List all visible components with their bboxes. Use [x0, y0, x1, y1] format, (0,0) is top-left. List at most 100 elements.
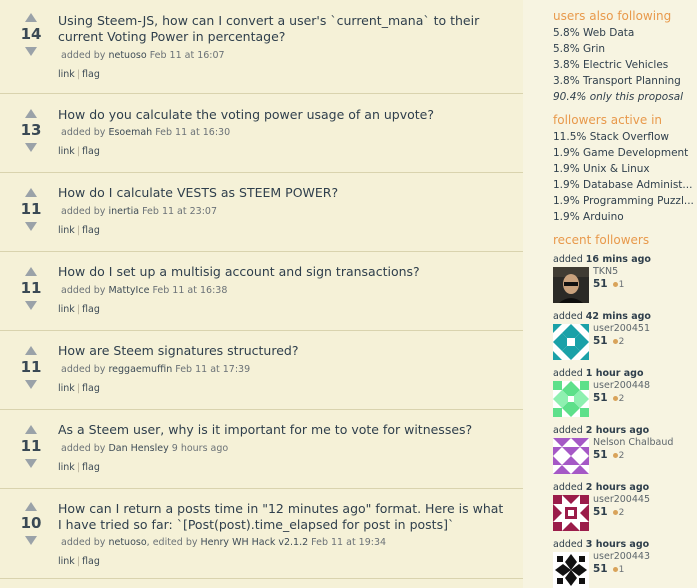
follower-name[interactable]: user200445 — [593, 494, 650, 505]
follower-avatar[interactable] — [553, 552, 589, 588]
author-link[interactable]: reggaemuffin — [108, 364, 172, 375]
only-this-proposal-note: 90.4% only this proposal — [553, 91, 684, 103]
meta-prefix: added by — [61, 285, 106, 296]
question-list: 14 Using Steem-JS, how can I convert a u… — [0, 0, 523, 588]
link-action[interactable]: link — [58, 69, 75, 80]
author-link[interactable]: Esoemah — [108, 127, 152, 138]
active-in-item[interactable]: 1.9% Unix & Linux — [553, 163, 650, 175]
added-time: 16 mins ago — [585, 254, 651, 265]
separator: | — [76, 225, 81, 236]
follower-name[interactable]: user200451 — [593, 323, 650, 334]
added-time: 2 hours ago — [585, 482, 650, 493]
follower-avatar[interactable] — [553, 438, 589, 474]
active-in-item[interactable]: 1.9% Programming Puzzl... — [553, 195, 694, 207]
downvote-arrow-icon[interactable] — [25, 459, 37, 468]
separator: | — [76, 556, 81, 567]
vote-cell: 14 — [18, 13, 44, 56]
link-action[interactable]: link — [58, 146, 75, 157]
author-link[interactable]: MattyIce — [108, 285, 149, 296]
reputation-value: 51 — [593, 449, 608, 461]
reputation-value: 51 — [593, 563, 608, 575]
question-meta: added by MattyIce Feb 11 at 16:38 — [61, 285, 227, 296]
upvote-arrow-icon[interactable] — [25, 346, 37, 355]
question-title[interactable]: As a Steem user, why is it important for… — [58, 422, 508, 438]
reputation-value: 51 — [593, 506, 608, 518]
flag-action[interactable]: flag — [82, 304, 100, 315]
question-item: 14 Using Steem-JS, how can I convert a u… — [0, 0, 523, 94]
bronze-badge-icon — [612, 281, 618, 287]
meta-prefix: added by — [61, 127, 106, 138]
question-title[interactable]: How do I calculate VESTS as STEEM POWER? — [58, 185, 508, 201]
upvote-arrow-icon[interactable] — [25, 267, 37, 276]
question-title[interactable]: How are Steem signatures structured? — [58, 343, 508, 359]
upvote-arrow-icon[interactable] — [25, 502, 37, 511]
author-link[interactable]: netuoso — [108, 537, 146, 548]
vote-cell: 11 — [18, 188, 44, 231]
downvote-arrow-icon[interactable] — [25, 222, 37, 231]
vote-cell: 10 — [18, 502, 44, 545]
vote-count: 10 — [20, 514, 42, 532]
follower-name[interactable]: TKN5 — [593, 266, 618, 277]
author-link[interactable]: inertia — [108, 206, 139, 217]
also-following-item[interactable]: 5.8% Web Data — [553, 27, 634, 39]
link-action[interactable]: link — [58, 304, 75, 315]
editor-link[interactable]: Henry WH Hack v2.1.2 — [201, 537, 309, 548]
question-title[interactable]: How do you calculate the voting power us… — [58, 107, 508, 123]
also-following-item[interactable]: 3.8% Electric Vehicles — [553, 59, 668, 71]
active-in-item[interactable]: 1.9% Arduino — [553, 211, 624, 223]
also-following-item[interactable]: 5.8% Grin — [553, 43, 605, 55]
badge-count: 2 — [618, 394, 625, 404]
flag-action[interactable]: flag — [82, 69, 100, 80]
downvote-arrow-icon[interactable] — [25, 536, 37, 545]
separator: | — [76, 146, 81, 157]
bronze-badge-icon — [612, 509, 618, 515]
upvote-arrow-icon[interactable] — [25, 13, 37, 22]
downvote-arrow-icon[interactable] — [25, 380, 37, 389]
follower-name[interactable]: user200448 — [593, 380, 650, 391]
flag-action[interactable]: flag — [82, 225, 100, 236]
follower-avatar[interactable] — [553, 495, 589, 531]
also-following-item[interactable]: 3.8% Transport Planning — [553, 75, 681, 87]
follower-reputation: 51 2 — [593, 392, 624, 404]
downvote-arrow-icon[interactable] — [25, 301, 37, 310]
meta-prefix: added by — [61, 537, 106, 548]
downvote-arrow-icon[interactable] — [25, 47, 37, 56]
follower-avatar[interactable] — [553, 324, 589, 360]
question-title[interactable]: How can I return a posts time in "12 min… — [58, 501, 508, 533]
upvote-arrow-icon[interactable] — [25, 425, 37, 434]
link-action[interactable]: link — [58, 556, 75, 567]
question-item: 13 How do you calculate the voting power… — [0, 94, 523, 173]
upvote-arrow-icon[interactable] — [25, 188, 37, 197]
reputation-value: 51 — [593, 392, 608, 404]
follower-name[interactable]: user200443 — [593, 551, 650, 562]
added-label: added — [553, 254, 583, 265]
post-actions: link | flag — [58, 462, 100, 473]
question-title[interactable]: Using Steem-JS, how can I convert a user… — [58, 13, 508, 45]
author-link[interactable]: netuoso — [108, 50, 146, 61]
active-in-item[interactable]: 1.9% Game Development — [553, 147, 688, 159]
active-in-item[interactable]: 1.9% Database Administ... — [553, 179, 692, 191]
timestamp: Feb 11 at 16:30 — [155, 127, 231, 138]
separator: | — [76, 462, 81, 473]
link-action[interactable]: link — [58, 383, 75, 394]
flag-action[interactable]: flag — [82, 146, 100, 157]
separator: | — [76, 383, 81, 394]
flag-action[interactable]: flag — [82, 556, 100, 567]
link-action[interactable]: link — [58, 462, 75, 473]
badge-count: 2 — [618, 451, 625, 461]
downvote-arrow-icon[interactable] — [25, 143, 37, 152]
question-title[interactable]: How do I set up a multisig account and s… — [58, 264, 508, 280]
meta-prefix: added by — [61, 206, 106, 217]
upvote-arrow-icon[interactable] — [25, 109, 37, 118]
flag-action[interactable]: flag — [82, 383, 100, 394]
follower-name[interactable]: Nelson Chalbaud — [593, 437, 673, 448]
author-link[interactable]: Dan Hensley — [108, 443, 168, 454]
follower-avatar[interactable] — [553, 381, 589, 417]
active-in-item[interactable]: 11.5% Stack Overflow — [553, 131, 669, 143]
question-meta: added by inertia Feb 11 at 23:07 — [61, 206, 217, 217]
link-action[interactable]: link — [58, 225, 75, 236]
flag-action[interactable]: flag — [82, 462, 100, 473]
also-following-heading: users also following — [553, 9, 672, 23]
question-meta: added by Esoemah Feb 11 at 16:30 — [61, 127, 230, 138]
follower-avatar[interactable] — [553, 267, 589, 303]
